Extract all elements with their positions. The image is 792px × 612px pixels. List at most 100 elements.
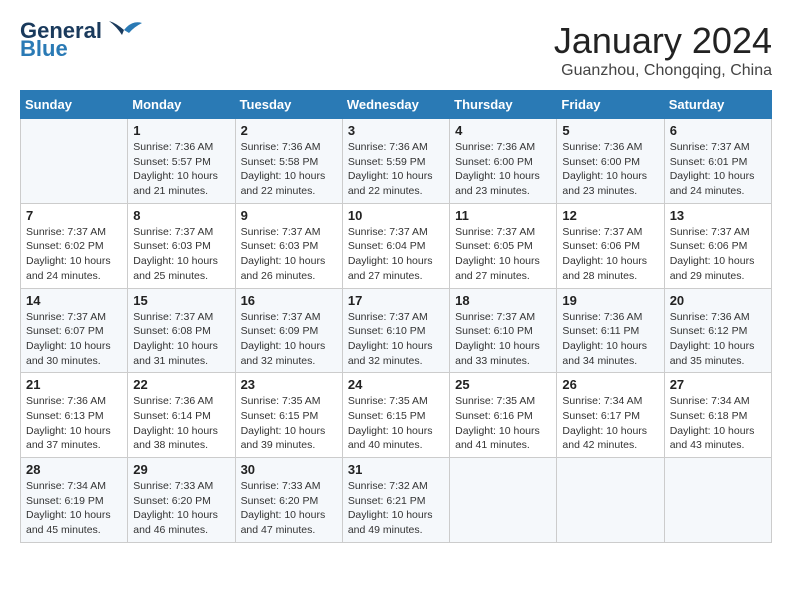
header-tuesday: Tuesday [235,91,342,119]
day-info: Sunrise: 7:34 AMSunset: 6:19 PMDaylight:… [26,479,122,538]
day-cell: 29 Sunrise: 7:33 AMSunset: 6:20 PMDayligh… [128,458,235,543]
day-number: 1 [133,123,229,138]
header-friday: Friday [557,91,664,119]
month-title: January 2024 [554,20,772,62]
day-cell: 5 Sunrise: 7:36 AMSunset: 6:00 PMDaylight… [557,119,664,204]
day-number: 27 [670,377,766,392]
day-cell: 13Sunrise: 7:37 AMSunset: 6:06 PMDayligh… [664,203,771,288]
day-info: Sunrise: 7:36 AMSunset: 5:58 PMDaylight:… [241,140,337,199]
day-number: 22 [133,377,229,392]
day-cell [21,119,128,204]
location: Guanzhou, Chongqing, China [554,62,772,80]
header-wednesday: Wednesday [342,91,449,119]
day-cell: 20 Sunrise: 7:36 AMSunset: 6:12 PMDayligh… [664,288,771,373]
header-saturday: Saturday [664,91,771,119]
day-info: Sunrise: 7:33 AMSunset: 6:20 PMDaylight:… [133,479,229,538]
day-info: Sunrise: 7:37 AMSunset: 6:07 PMDaylight:… [26,310,122,369]
day-number: 8 [133,208,229,223]
day-info: Sunrise: 7:37 AMSunset: 6:09 PMDaylight:… [241,310,337,369]
day-cell: 6 Sunrise: 7:37 AMSunset: 6:01 PMDaylight… [664,119,771,204]
day-number: 29 [133,462,229,477]
day-cell: 1 Sunrise: 7:36 AMSunset: 5:57 PMDaylight… [128,119,235,204]
day-cell: 7Sunrise: 7:37 AMSunset: 6:02 PMDaylight… [21,203,128,288]
day-info: Sunrise: 7:37 AMSunset: 6:06 PMDaylight:… [670,225,766,284]
day-cell: 10 Sunrise: 7:37 AMSunset: 6:04 PMDayligh… [342,203,449,288]
day-number: 28 [26,462,122,477]
day-number: 3 [348,123,444,138]
day-info: Sunrise: 7:36 AMSunset: 5:59 PMDaylight:… [348,140,444,199]
day-info: Sunrise: 7:37 AMSunset: 6:05 PMDaylight:… [455,225,551,284]
day-info: Sunrise: 7:37 AMSunset: 6:01 PMDaylight:… [670,140,766,199]
day-cell [450,458,557,543]
logo: General Blue [20,20,144,60]
day-info: Sunrise: 7:37 AMSunset: 6:04 PMDaylight:… [348,225,444,284]
day-number: 23 [241,377,337,392]
week-row-1: 1 Sunrise: 7:36 AMSunset: 5:57 PMDaylight… [21,119,772,204]
day-number: 15 [133,293,229,308]
day-cell: 22 Sunrise: 7:36 AMSunset: 6:14 PMDayligh… [128,373,235,458]
day-number: 4 [455,123,551,138]
day-info: Sunrise: 7:35 AMSunset: 6:16 PMDaylight:… [455,394,551,453]
day-cell: 31 Sunrise: 7:32 AMSunset: 6:21 PMDayligh… [342,458,449,543]
day-cell: 12 Sunrise: 7:37 AMSunset: 6:06 PMDayligh… [557,203,664,288]
day-info: Sunrise: 7:32 AMSunset: 6:21 PMDaylight:… [348,479,444,538]
day-cell: 23 Sunrise: 7:35 AMSunset: 6:15 PMDayligh… [235,373,342,458]
day-info: Sunrise: 7:37 AMSunset: 6:10 PMDaylight:… [348,310,444,369]
day-cell: 16 Sunrise: 7:37 AMSunset: 6:09 PMDayligh… [235,288,342,373]
day-info: Sunrise: 7:37 AMSunset: 6:08 PMDaylight:… [133,310,229,369]
day-number: 9 [241,208,337,223]
header-thursday: Thursday [450,91,557,119]
day-cell: 3 Sunrise: 7:36 AMSunset: 5:59 PMDaylight… [342,119,449,204]
day-number: 2 [241,123,337,138]
day-info: Sunrise: 7:34 AMSunset: 6:17 PMDaylight:… [562,394,658,453]
day-number: 5 [562,123,658,138]
day-cell: 30 Sunrise: 7:33 AMSunset: 6:20 PMDayligh… [235,458,342,543]
day-info: Sunrise: 7:35 AMSunset: 6:15 PMDaylight:… [241,394,337,453]
day-info: Sunrise: 7:36 AMSunset: 6:14 PMDaylight:… [133,394,229,453]
day-number: 10 [348,208,444,223]
day-cell: 18Sunrise: 7:37 AMSunset: 6:10 PMDayligh… [450,288,557,373]
day-cell [557,458,664,543]
day-info: Sunrise: 7:36 AMSunset: 6:00 PMDaylight:… [562,140,658,199]
day-cell: 8Sunrise: 7:37 AMSunset: 6:03 PMDaylight… [128,203,235,288]
header-monday: Monday [128,91,235,119]
day-number: 12 [562,208,658,223]
day-info: Sunrise: 7:33 AMSunset: 6:20 PMDaylight:… [241,479,337,538]
day-cell [664,458,771,543]
day-number: 21 [26,377,122,392]
title-block: January 2024 Guanzhou, Chongqing, China [554,20,772,80]
logo-bird-icon [104,15,144,45]
day-info: Sunrise: 7:36 AMSunset: 6:00 PMDaylight:… [455,140,551,199]
header-sunday: Sunday [21,91,128,119]
day-cell: 11Sunrise: 7:37 AMSunset: 6:05 PMDayligh… [450,203,557,288]
day-cell: 4 Sunrise: 7:36 AMSunset: 6:00 PMDaylight… [450,119,557,204]
day-number: 30 [241,462,337,477]
day-cell: 9 Sunrise: 7:37 AMSunset: 6:03 PMDaylight… [235,203,342,288]
day-number: 25 [455,377,551,392]
day-number: 6 [670,123,766,138]
day-number: 16 [241,293,337,308]
day-cell: 28 Sunrise: 7:34 AMSunset: 6:19 PMDayligh… [21,458,128,543]
day-cell: 19 Sunrise: 7:36 AMSunset: 6:11 PMDayligh… [557,288,664,373]
day-info: Sunrise: 7:36 AMSunset: 6:11 PMDaylight:… [562,310,658,369]
day-info: Sunrise: 7:34 AMSunset: 6:18 PMDaylight:… [670,394,766,453]
day-number: 24 [348,377,444,392]
day-info: Sunrise: 7:37 AMSunset: 6:02 PMDaylight:… [26,225,122,284]
day-number: 31 [348,462,444,477]
week-row-3: 14 Sunrise: 7:37 AMSunset: 6:07 PMDayligh… [21,288,772,373]
week-row-5: 28 Sunrise: 7:34 AMSunset: 6:19 PMDayligh… [21,458,772,543]
day-info: Sunrise: 7:35 AMSunset: 6:15 PMDaylight:… [348,394,444,453]
calendar-table: SundayMondayTuesdayWednesdayThursdayFrid… [20,90,772,543]
day-cell: 21 Sunrise: 7:36 AMSunset: 6:13 PMDayligh… [21,373,128,458]
day-info: Sunrise: 7:37 AMSunset: 6:10 PMDaylight:… [455,310,551,369]
day-info: Sunrise: 7:37 AMSunset: 6:06 PMDaylight:… [562,225,658,284]
page-header: General Blue January 2024 Guanzhou, Chon… [20,20,772,80]
day-number: 26 [562,377,658,392]
day-info: Sunrise: 7:36 AMSunset: 6:12 PMDaylight:… [670,310,766,369]
day-info: Sunrise: 7:36 AMSunset: 5:57 PMDaylight:… [133,140,229,199]
day-info: Sunrise: 7:37 AMSunset: 6:03 PMDaylight:… [241,225,337,284]
day-number: 19 [562,293,658,308]
day-number: 14 [26,293,122,308]
day-number: 20 [670,293,766,308]
day-info: Sunrise: 7:36 AMSunset: 6:13 PMDaylight:… [26,394,122,453]
